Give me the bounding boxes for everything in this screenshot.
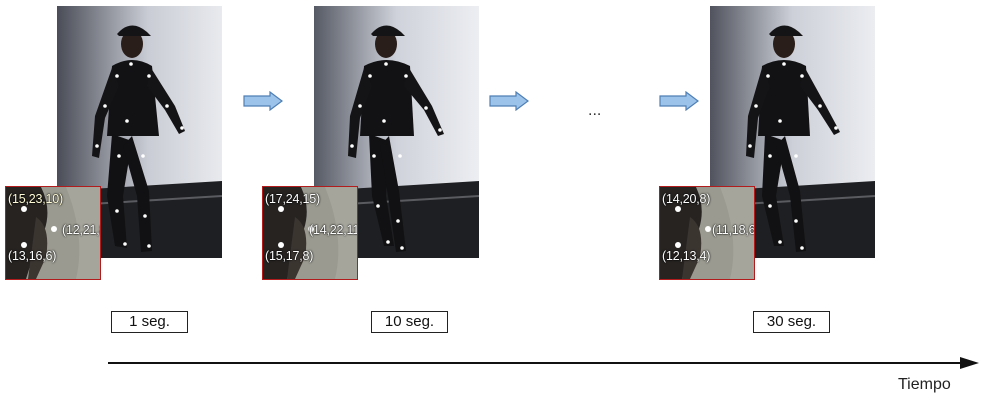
marker-coordinate: (13,16,6) [8,249,57,263]
time-axis-arrow [108,357,979,369]
marker-coordinate: (12,13,4) [662,249,711,263]
ellipsis: ... [588,102,602,119]
time-axis-label: Tiempo [898,376,951,393]
marker-coordinate: (14,20,8) [662,192,711,206]
right-arrow-icon [659,91,699,111]
marker-coordinate: (15,23,10) [8,192,63,206]
marker-zoom-inset-3: (14,20,8) (11,18,6) (12,13,4) [659,186,755,280]
marker-zoom-inset-2: (17,24,15) (14,22,11) (15,17,8) [262,186,358,280]
time-label-3: 30 seg. [753,311,830,333]
marker-zoom-inset-1: (15,23,10) (12,21,8) (13,16,6) [5,186,101,280]
marker-coordinate: (15,17,8) [265,249,314,263]
time-label-2: 10 seg. [371,311,448,333]
time-label-1: 1 seg. [111,311,188,333]
right-arrow-icon [243,91,283,111]
marker-coordinate: (17,24,15) [265,192,320,206]
marker-coordinate: (14,22,11) [309,223,358,237]
right-arrow-icon [489,91,529,111]
marker-coordinate: (11,18,6) [712,223,755,237]
marker-coordinate: (12,21,8) [62,223,100,237]
